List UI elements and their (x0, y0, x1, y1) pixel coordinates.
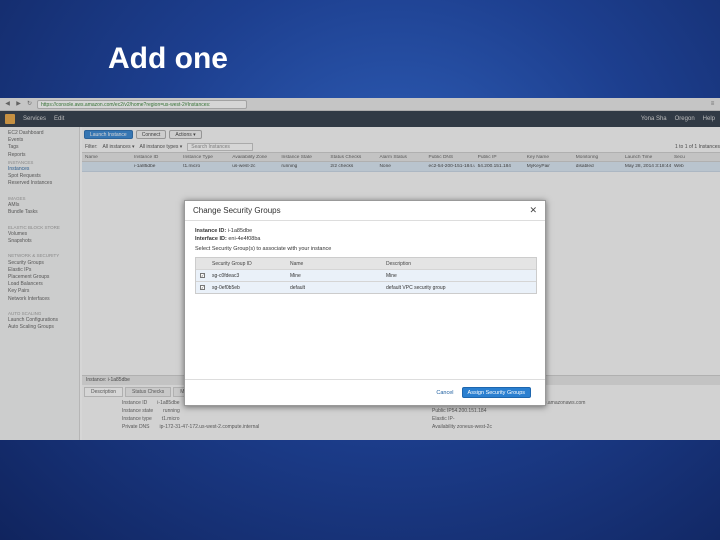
dialog-title: Change Security Groups (193, 206, 281, 215)
interface-id-line: Interface ID: eni-4e4f08ba (195, 235, 535, 243)
instance-id-line: Instance ID: i-1a85dbe (195, 227, 535, 235)
cancel-button[interactable]: Cancel (436, 390, 453, 396)
col-name: Name (290, 260, 304, 267)
instance-id-label: Instance ID: (195, 228, 227, 234)
security-group-description: Mine (386, 272, 397, 279)
close-icon[interactable]: ✕ (529, 205, 537, 216)
dialog-body: Instance ID: i-1a85dbe Interface ID: eni… (185, 221, 545, 300)
security-groups-table: Security Group ID Name Description ✓ sg-… (195, 257, 537, 294)
checkbox[interactable]: ✓ (200, 284, 205, 290)
col-description: Description (386, 260, 412, 267)
dialog-header: Change Security Groups ✕ (185, 201, 545, 221)
col-security-group-id: Security Group ID (212, 260, 252, 267)
dialog-footer: Cancel Assign Security Groups (185, 379, 545, 405)
interface-id-value: eni-4e4f08ba (228, 236, 261, 242)
security-group-id: sg-0ef0b5eb (212, 284, 240, 291)
slide-title: Add one (108, 42, 228, 75)
security-group-description: default VPC security group (386, 284, 446, 291)
security-groups-header: Security Group ID Name Description (196, 258, 536, 269)
change-security-groups-dialog: Change Security Groups ✕ Instance ID: i-… (184, 200, 546, 406)
table-row[interactable]: ✓ sg-0ef0b5eb default default VPC securi… (196, 281, 536, 293)
security-group-name: default (290, 284, 306, 291)
instance-id-value: i-1a85dbe (227, 228, 253, 234)
select-prompt: Select Security Group(s) to associate wi… (195, 246, 332, 252)
checkbox[interactable]: ✓ (200, 272, 205, 278)
assign-security-groups-button[interactable]: Assign Security Groups (461, 387, 531, 398)
table-row[interactable]: ✓ sg-c0fdeac3 Mine Mine (196, 269, 536, 281)
security-group-name: Mine (290, 272, 301, 279)
interface-id-label: Interface ID: (195, 236, 227, 242)
security-group-id: sg-c0fdeac3 (212, 272, 240, 279)
